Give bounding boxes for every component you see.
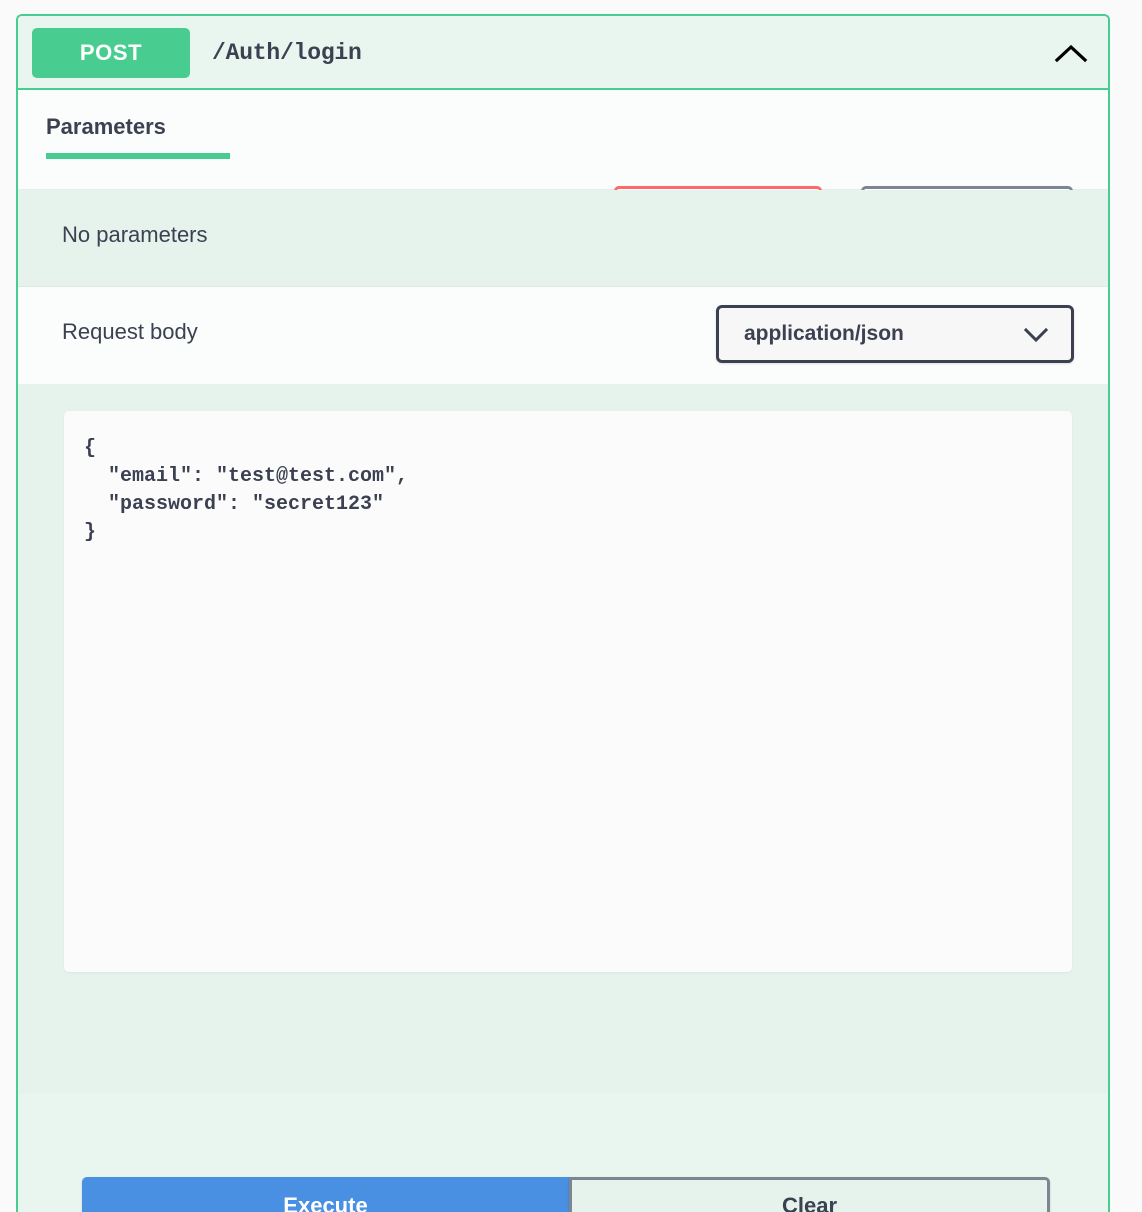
operation-path: /Auth/login: [212, 40, 362, 66]
content-type-select[interactable]: application/json: [716, 305, 1074, 363]
operation-summary-header[interactable]: POST /Auth/login: [18, 16, 1108, 90]
request-body-row: Request body application/json: [18, 287, 1108, 384]
tab-active-underline: [46, 153, 230, 159]
http-method-badge: POST: [32, 28, 190, 78]
execute-clear-group: Execute Clear: [82, 1177, 1050, 1212]
collapse-operation-button[interactable]: [1048, 30, 1094, 76]
chevron-down-icon: [1023, 327, 1049, 343]
request-body-label: Request body: [62, 319, 198, 344]
operation-body: Parameters Cancel Reset No parameters Re…: [18, 90, 1108, 1212]
tab-parameters[interactable]: Parameters: [46, 114, 166, 140]
request-body-editor-section: [18, 384, 1108, 1094]
execute-button[interactable]: Execute: [82, 1177, 569, 1212]
request-body-textarea[interactable]: [64, 411, 1072, 972]
no-parameters-row: No parameters: [18, 190, 1108, 287]
operation-block-post-auth-login: POST /Auth/login Parameters Cancel Reset…: [16, 14, 1110, 1212]
no-parameters-text: No parameters: [62, 222, 208, 247]
parameters-tab-row: Parameters Cancel Reset: [18, 90, 1108, 244]
chevron-up-icon: [1054, 44, 1088, 63]
content-type-value: application/json: [744, 322, 904, 345]
clear-button[interactable]: Clear: [569, 1177, 1050, 1212]
